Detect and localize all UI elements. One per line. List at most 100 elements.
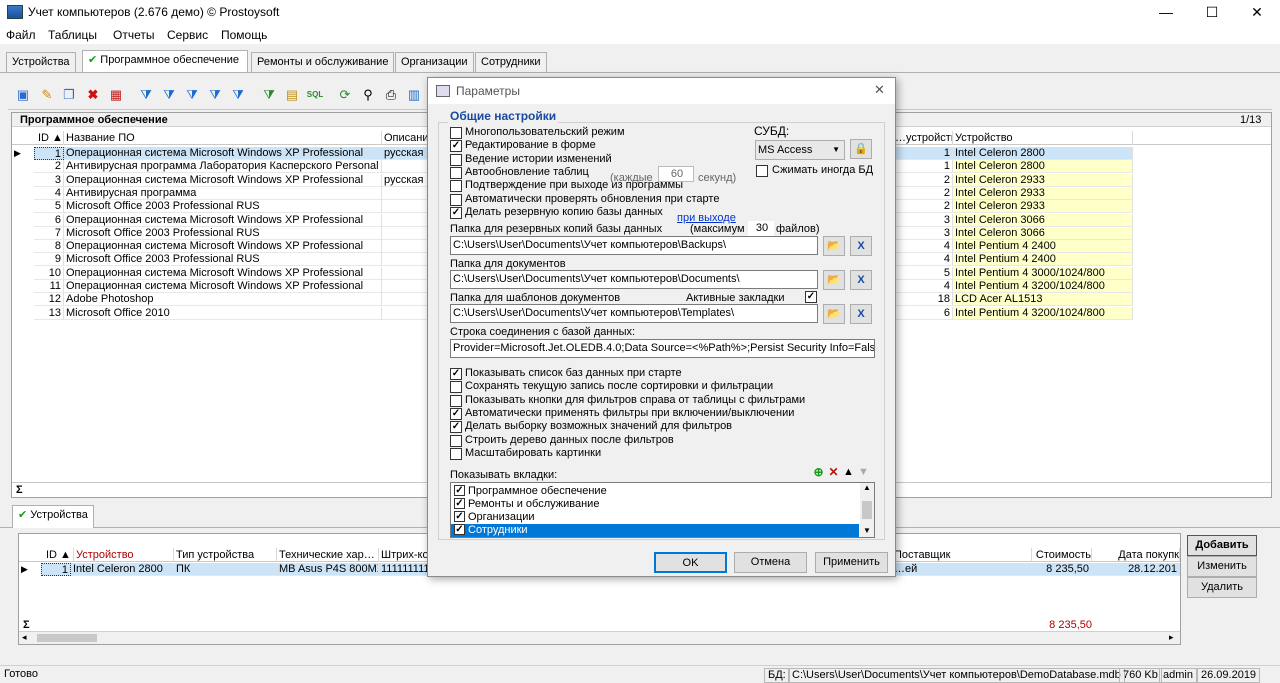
- col-supplier[interactable]: Поставщик: [892, 548, 1032, 562]
- close-button[interactable]: ✕: [1234, 0, 1280, 25]
- add-button[interactable]: Добавить: [1187, 535, 1257, 556]
- list-item[interactable]: ✓ Ремонты и обслуживание: [451, 498, 859, 511]
- scroll-right-icon[interactable]: ▸: [1169, 632, 1174, 643]
- filter-clear-icon[interactable]: ⧩: [159, 84, 179, 106]
- maximize-button[interactable]: ☐: [1189, 0, 1235, 25]
- option-checkbox[interactable]: ✓: [450, 368, 462, 380]
- col-device[interactable]: Устройство: [953, 131, 1133, 145]
- col-tech[interactable]: Технические хар…: [277, 548, 379, 562]
- remove-tab-icon[interactable]: ✕: [827, 466, 840, 479]
- search-icon[interactable]: ⚲: [358, 84, 378, 106]
- horizontal-scrollbar[interactable]: ◂ ▸: [19, 631, 1180, 644]
- clear-path-icon[interactable]: X: [850, 304, 872, 324]
- compress-db-checkbox[interactable]: [756, 165, 768, 177]
- col-description[interactable]: Описание: [382, 131, 432, 145]
- tab-visible-checkbox[interactable]: ✓: [454, 485, 465, 496]
- vertical-scrollbar[interactable]: ▲ ▼: [860, 483, 874, 537]
- option-checkbox[interactable]: [450, 180, 462, 193]
- option-checkbox[interactable]: ✓: [450, 140, 462, 153]
- list-item[interactable]: ✓ Программное обеспечение: [451, 485, 859, 498]
- move-down-icon[interactable]: ▼: [857, 466, 870, 479]
- clear-path-icon[interactable]: X: [850, 236, 872, 256]
- option-checkbox[interactable]: [450, 447, 462, 460]
- tab-visible-checkbox[interactable]: ✓: [454, 498, 465, 509]
- edit-icon[interactable]: ✎: [37, 84, 57, 106]
- clear-path-icon[interactable]: X: [850, 270, 872, 290]
- templates-path-input[interactable]: C:\Users\User\Documents\Учет компьютеров…: [450, 304, 818, 323]
- menu-service[interactable]: Сервис: [167, 28, 208, 42]
- tab-repairs[interactable]: Ремонты и обслуживание: [251, 52, 395, 72]
- option-checkbox[interactable]: [450, 394, 462, 407]
- backup-max-input[interactable]: 30: [748, 221, 774, 237]
- option-checkbox[interactable]: [450, 434, 462, 447]
- add-icon[interactable]: ▣: [13, 84, 33, 106]
- scroll-thumb[interactable]: [37, 634, 97, 642]
- option-checkbox[interactable]: [450, 166, 462, 179]
- scroll-left-icon[interactable]: ◂: [22, 632, 27, 643]
- delete-button[interactable]: Удалить: [1187, 577, 1257, 598]
- cancel-button[interactable]: Отмена: [734, 552, 807, 573]
- delete-all-icon[interactable]: ▦: [106, 84, 126, 106]
- edit-button[interactable]: Изменить: [1187, 556, 1257, 577]
- filter-apply-icon[interactable]: ⧩: [228, 84, 248, 106]
- refresh-seconds-input[interactable]: 60: [658, 166, 694, 182]
- list-item[interactable]: ✓ Организации: [451, 511, 859, 524]
- print-icon[interactable]: ⎙: [381, 84, 401, 106]
- scroll-up-icon[interactable]: ▲: [863, 483, 871, 492]
- tab-software[interactable]: ✔ Программное обеспечение: [82, 50, 248, 72]
- delete-icon[interactable]: ✖: [83, 84, 103, 106]
- connection-string-input[interactable]: Provider=Microsoft.Jet.OLEDB.4.0;Data So…: [450, 339, 875, 358]
- menu-reports[interactable]: Отчеты: [113, 28, 154, 42]
- col-type[interactable]: Тип устройства: [174, 548, 277, 562]
- list-item[interactable]: ✓ Сотрудники: [451, 524, 859, 537]
- tab-organizations[interactable]: Организации: [395, 52, 474, 72]
- tab-devices[interactable]: Устройства: [6, 52, 76, 72]
- col-date[interactable]: Дата покупк: [1092, 548, 1180, 562]
- col-id[interactable]: ID ▲: [44, 548, 74, 562]
- filter-group-icon[interactable]: ⧩: [259, 84, 279, 106]
- option-checkbox[interactable]: ✓: [450, 421, 462, 434]
- option-checkbox[interactable]: [450, 153, 462, 166]
- export-icon[interactable]: ▥: [404, 84, 424, 106]
- option-checkbox[interactable]: [450, 193, 462, 206]
- menu-help[interactable]: Помощь: [221, 28, 267, 42]
- dbms-select[interactable]: MS Access ▼: [755, 140, 845, 160]
- tab-employees[interactable]: Сотрудники: [475, 52, 547, 72]
- move-up-icon[interactable]: ▲: [842, 466, 855, 479]
- minimize-button[interactable]: —: [1143, 0, 1189, 25]
- menu-tables[interactable]: Таблицы: [48, 28, 97, 42]
- docs-path-input[interactable]: C:\Users\User\Documents\Учет компьютеров…: [450, 270, 818, 289]
- folder-open-icon[interactable]: 📂: [823, 304, 845, 324]
- tab-visible-checkbox[interactable]: ✓: [454, 511, 465, 522]
- apply-button[interactable]: Применить: [815, 552, 888, 573]
- folder-open-icon[interactable]: 📂: [823, 270, 845, 290]
- col-quantity[interactable]: …устройства: [893, 131, 953, 145]
- col-barcode[interactable]: Штрих-код: [379, 548, 429, 562]
- tab-visible-checkbox[interactable]: ✓: [454, 524, 465, 535]
- filter-remove-icon[interactable]: ⧩: [182, 84, 202, 106]
- sql-icon[interactable]: SQL: [305, 84, 325, 106]
- tab-devices-bottom[interactable]: ✔ Устройства: [12, 505, 94, 528]
- scroll-down-icon[interactable]: ▼: [863, 526, 871, 535]
- folder-open-icon[interactable]: 📂: [823, 236, 845, 256]
- option-checkbox[interactable]: [450, 381, 462, 394]
- option-checkbox[interactable]: ✓: [450, 206, 462, 219]
- col-id[interactable]: ID ▲: [36, 131, 64, 145]
- active-bookmarks-checkbox[interactable]: ✓: [805, 291, 817, 303]
- col-device[interactable]: Устройство: [74, 548, 174, 562]
- backup-path-input[interactable]: C:\Users\User\Documents\Учет компьютеров…: [450, 236, 818, 255]
- ok-button[interactable]: OK: [654, 552, 727, 573]
- menu-file[interactable]: Файл: [6, 28, 36, 42]
- refresh-icon[interactable]: ⟳: [335, 84, 355, 106]
- lock-icon[interactable]: 🔒: [850, 139, 872, 159]
- option-checkbox[interactable]: [450, 127, 462, 139]
- dialog-close-button[interactable]: ✕: [874, 82, 885, 98]
- filter-icon[interactable]: ⧩: [136, 84, 156, 106]
- tabs-listbox[interactable]: ✓ Программное обеспечение ✓ Ремонты и обслу…: [450, 482, 875, 538]
- option-checkbox[interactable]: ✓: [450, 407, 462, 420]
- col-cost[interactable]: Стоимость: [1032, 548, 1092, 562]
- add-tab-icon[interactable]: ⊕: [812, 466, 825, 479]
- filter-edit-icon[interactable]: ⧩: [205, 84, 225, 106]
- tree-icon[interactable]: ▤: [282, 84, 302, 106]
- scroll-thumb[interactable]: [862, 501, 872, 519]
